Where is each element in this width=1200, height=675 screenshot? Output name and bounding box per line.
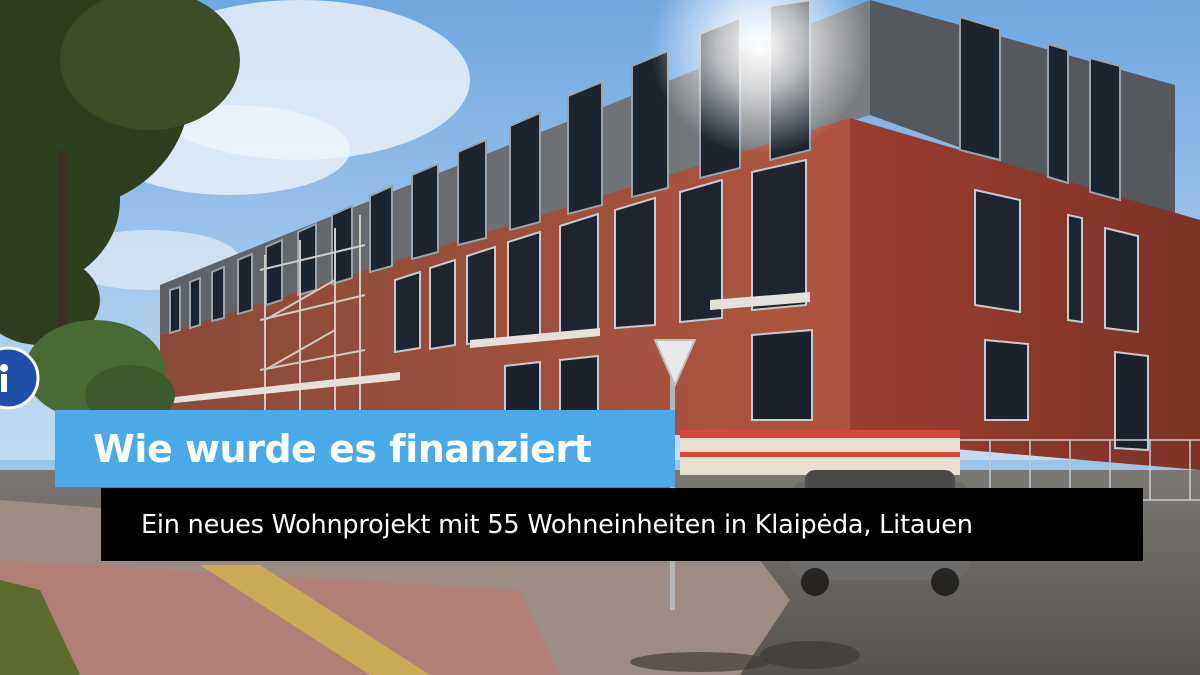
insulation-stack <box>680 430 960 475</box>
subtitle-text: Ein neues Wohnprojekt mit 55 Wohneinheit… <box>141 509 973 540</box>
photo-scene: Wie wurde es finanziert Ein neues Wohnpr… <box>0 0 1200 675</box>
manhole <box>760 641 860 669</box>
building-photo <box>0 0 1200 675</box>
subtitle-banner: Ein neues Wohnprojekt mit 55 Wohneinheit… <box>101 488 1143 561</box>
headline-banner: Wie wurde es finanziert <box>55 410 675 487</box>
puddle <box>630 652 770 672</box>
headline-text: Wie wurde es finanziert <box>93 426 592 471</box>
